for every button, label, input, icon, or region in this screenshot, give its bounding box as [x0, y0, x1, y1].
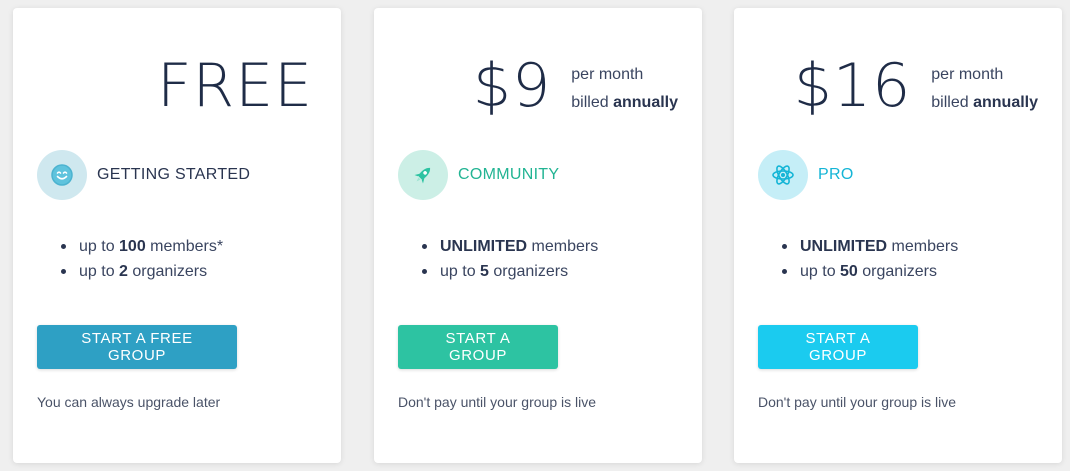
plan-price: $16 — [793, 51, 912, 121]
plan-note: You can always upgrade later — [37, 394, 221, 410]
smile-icon — [37, 150, 87, 200]
plan-header: PRO — [758, 150, 854, 200]
feature-list: UNLIMITED members up to 50 organizers — [781, 234, 958, 284]
feature-list: UNLIMITED members up to 5 organizers — [421, 234, 598, 284]
feature-item: up to 50 organizers — [781, 259, 958, 284]
start-free-group-button[interactable]: START A FREE GROUP — [37, 325, 237, 369]
plan-header: GETTING STARTED — [37, 150, 250, 200]
plan-note: Don't pay until your group is live — [398, 394, 596, 410]
rocket-icon — [398, 150, 448, 200]
plan-name: PRO — [818, 166, 854, 183]
plan-card-community: $9 per month billed annually COMMUNITY U… — [374, 8, 702, 463]
feature-item: up to 5 organizers — [421, 259, 598, 284]
start-group-button[interactable]: START A GROUP — [758, 325, 918, 369]
feature-item: UNLIMITED members — [781, 234, 958, 259]
price-block: $16 per month billed annually — [794, 56, 1038, 117]
plan-price: $9 — [472, 51, 552, 121]
feature-item: up to 100 members* — [60, 234, 223, 259]
feature-item: up to 2 organizers — [60, 259, 223, 284]
atom-icon — [758, 150, 808, 200]
plan-price: FREE — [157, 51, 314, 121]
plan-name: GETTING STARTED — [97, 166, 251, 183]
billing-info: per month billed annually — [571, 66, 678, 111]
plan-name: COMMUNITY — [458, 166, 560, 183]
feature-item: UNLIMITED members — [421, 234, 598, 259]
start-group-button[interactable]: START A GROUP — [398, 325, 558, 369]
plan-header: COMMUNITY — [398, 150, 559, 200]
feature-list: up to 100 members* up to 2 organizers — [60, 234, 223, 284]
plan-card-free: FREE GETTING STARTED up to 100 members* … — [13, 8, 341, 463]
plan-note: Don't pay until your group is live — [758, 394, 956, 410]
plan-card-pro: $16 per month billed annually PRO UNLIMI… — [734, 8, 1062, 463]
billing-info: per month billed annually — [931, 66, 1038, 111]
price-block: $9 per month billed annually — [473, 56, 678, 117]
